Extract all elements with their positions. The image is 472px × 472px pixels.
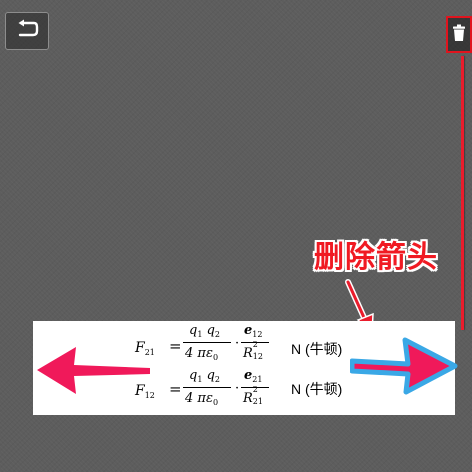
left-arrow[interactable] [34,343,152,397]
eq2-equals: = [169,380,182,398]
right-arrow-selected[interactable] [350,330,460,398]
undo-arrow-icon [15,19,39,43]
eq2-unit: N (牛顿) [291,381,343,397]
eq1-equals: = [169,337,182,355]
eq2-fraction-line-1 [183,387,231,388]
delete-button[interactable] [446,16,472,53]
annotation-label: 删除箭头 [314,240,438,275]
callout-line [461,56,464,330]
eq2-distance: R [243,391,253,406]
eq2-denominator-1: 4 πε [185,391,213,406]
eq2-q2: q [206,368,215,383]
eq1-fraction-line-1 [183,342,231,343]
eq1-q2: q [206,323,215,338]
back-button[interactable] [5,12,49,50]
eq2-dot: · [235,381,240,396]
eq1-unit: N (牛顿) [291,341,343,357]
trash-icon [452,24,466,46]
eq1-distance: R [243,346,253,361]
eq1-dot: · [235,336,240,351]
eq1-denominator-1: 4 πε [185,346,213,361]
